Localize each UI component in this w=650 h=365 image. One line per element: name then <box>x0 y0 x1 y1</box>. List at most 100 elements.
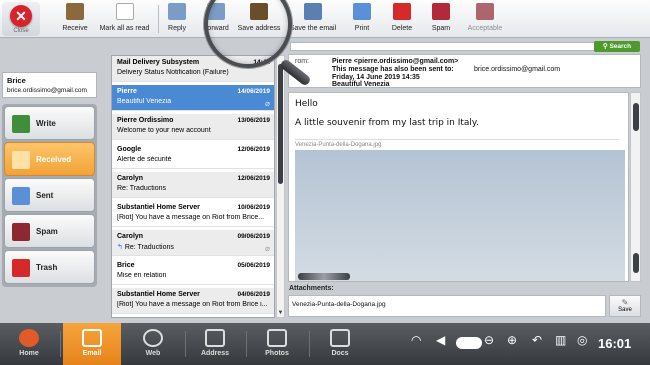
home-icon <box>19 329 39 347</box>
scroll-down-icon[interactable]: ▼ <box>277 310 284 316</box>
scrollbar-thumb[interactable] <box>633 103 639 131</box>
close-button[interactable]: ✕ Close <box>2 2 40 36</box>
account-card[interactable]: Brice brice.ordissimo@gmail.com <box>2 72 97 98</box>
nav-spam-button[interactable]: Spam <box>4 214 95 248</box>
image-caption: Venezia-Punta-della-Dogana.jpg <box>295 139 619 148</box>
spam-button[interactable]: Spam <box>427 3 455 35</box>
attachment-list: Venezia-Punta-della-Dogana.jpg <box>288 295 606 317</box>
delete-label: Delete <box>391 25 413 32</box>
taskbar-photos[interactable]: Photos <box>248 323 306 365</box>
delete-button[interactable]: Delete <box>388 3 416 35</box>
nav-trash-button[interactable]: Trash <box>4 250 95 284</box>
reply-button[interactable]: Reply <box>163 3 191 35</box>
message-row[interactable]: Pierre Ordissimo 13/06/2019 Welcome to y… <box>112 114 274 140</box>
nav-spam-label: Spam <box>36 227 58 236</box>
message-date: 09/06/2019 <box>237 233 270 240</box>
taskbar-docs-label: Docs <box>331 350 349 357</box>
mark-all-read-button[interactable]: Mark all as read <box>97 3 152 35</box>
nav-sent-button[interactable]: Sent <box>4 178 95 212</box>
photos-icon <box>267 329 287 347</box>
attachment-icon: ⌀ <box>265 99 270 108</box>
web-icon <box>143 329 163 347</box>
attachment-file[interactable]: Venezia-Punta-della-Dogana.jpg <box>292 301 386 308</box>
message-list: Mail Delivery Subsystem 14:41 Delivery S… <box>111 55 275 318</box>
delete-icon <box>393 3 411 20</box>
volume-slider[interactable] <box>456 337 482 349</box>
message-row[interactable]: Substantiel Home Server 10/06/2019 [Riot… <box>112 201 274 227</box>
search-button[interactable]: ⚲ Search <box>594 41 640 52</box>
email-body-scrollbar[interactable] <box>630 92 641 282</box>
taskbar-docs[interactable]: Docs <box>311 323 369 365</box>
zoom-in-icon[interactable]: ⊕ <box>507 333 517 347</box>
reply-icon <box>168 3 186 20</box>
zoom-out-icon[interactable]: ⊖ <box>484 333 494 347</box>
message-row[interactable]: Pierre 14/06/2019 Beautiful Venezia ⌀ <box>112 85 274 111</box>
taskbar-photos-label: Photos <box>265 350 289 357</box>
message-subject: Mise en relation <box>117 272 167 279</box>
receive-label: Receive <box>62 25 88 32</box>
acceptable-label: Acceptable <box>467 25 503 32</box>
save-email-button[interactable]: Save the email <box>288 3 338 35</box>
message-date: 13/06/2019 <box>237 117 270 124</box>
from-label: rom: <box>295 58 309 65</box>
acceptable-button[interactable]: Acceptable <box>465 3 505 35</box>
spam-label: Spam <box>431 25 451 32</box>
message-date: 12/06/2019 <box>237 175 270 182</box>
wifi-icon[interactable]: ◠ <box>411 333 421 347</box>
taskbar-home[interactable]: Home <box>0 323 58 365</box>
message-date: 10/06/2019 <box>237 204 270 211</box>
nav-received-button[interactable]: Received <box>4 142 95 176</box>
reply-label: Reply <box>168 25 186 32</box>
message-row[interactable]: Google 12/06/2019 Alerte de sécurité <box>112 143 274 169</box>
spam-icon <box>432 3 450 20</box>
print-button[interactable]: Print <box>348 3 376 35</box>
folder-nav: Write Received Sent Spam Trash <box>2 104 97 287</box>
message-row[interactable]: Brice 05/06/2019 Mise en relation <box>112 259 274 285</box>
nav-sent-label: Sent <box>36 191 54 200</box>
receive-button[interactable]: Receive <box>56 3 94 35</box>
message-row[interactable]: Carolyn 12/06/2019 Re: Traductions <box>112 172 274 198</box>
taskbar-email[interactable]: Email <box>63 323 121 365</box>
taskbar-home-label: Home <box>19 350 39 357</box>
save-attachment-button[interactable]: ✎ Save <box>609 295 641 317</box>
save-icon: ✎ <box>621 298 629 307</box>
taskbar-divider <box>309 331 310 357</box>
sent-icon <box>12 187 30 205</box>
inbox-icon <box>12 151 30 169</box>
email-greeting: Hello <box>295 99 318 109</box>
save-email-icon <box>304 3 322 20</box>
email-subject: Beautiful Venezia <box>332 81 390 88</box>
docs-icon <box>330 329 350 347</box>
taskbar-web[interactable]: Web <box>124 323 182 365</box>
nav-write-button[interactable]: Write <box>4 106 95 140</box>
email-body: Hello A little souvenir from my last tri… <box>288 92 629 282</box>
scrollbar-thumb[interactable] <box>633 253 639 273</box>
message-row[interactable]: Substantiel Home Server 04/06/2019 [Riot… <box>112 288 274 314</box>
message-row[interactable]: Carolyn 09/06/2019 ↰ Re: Traductions ⌀ <box>112 230 274 256</box>
message-subject: [Riot] You have a message on Riot from B… <box>117 301 268 308</box>
email-header: rom: Pierre <pierre.ordissimo@gmail.com>… <box>288 54 641 88</box>
horizontal-scrollbar-thumb[interactable] <box>298 273 350 280</box>
toolbar: ✕ Close Receive Mark all as read Reply F… <box>0 0 650 38</box>
message-subject: Alerte de sécurité <box>117 156 172 163</box>
mark-all-read-icon <box>115 3 134 20</box>
account-email: brice.ordissimo@gmail.com <box>7 87 87 94</box>
receive-icon <box>66 3 84 20</box>
help-icon[interactable]: ◎ <box>577 333 587 347</box>
scrollbar-thumb[interactable] <box>278 64 283 184</box>
volume-icon[interactable]: ◀ <box>436 333 445 347</box>
message-subject: Beautiful Venezia <box>117 98 172 105</box>
search-input[interactable] <box>290 42 635 51</box>
nav-trash-label: Trash <box>36 263 58 272</box>
trash-bin-icon[interactable]: ▥ <box>555 333 566 347</box>
attachment-icon: ⌀ <box>265 244 270 253</box>
nav-write-label: Write <box>36 119 56 128</box>
taskbar-address[interactable]: Address <box>186 323 244 365</box>
email-date: Friday, 14 June 2019 14:35 <box>332 74 420 81</box>
spam-folder-icon <box>12 223 30 241</box>
message-date: 14/06/2019 <box>237 88 270 95</box>
message-list-scrollbar[interactable]: ▼ <box>276 55 285 318</box>
undo-icon[interactable]: ↶ <box>532 333 542 347</box>
message-subject: Re: Traductions <box>117 185 167 192</box>
message-subject-text: Re: Traductions <box>124 244 174 251</box>
